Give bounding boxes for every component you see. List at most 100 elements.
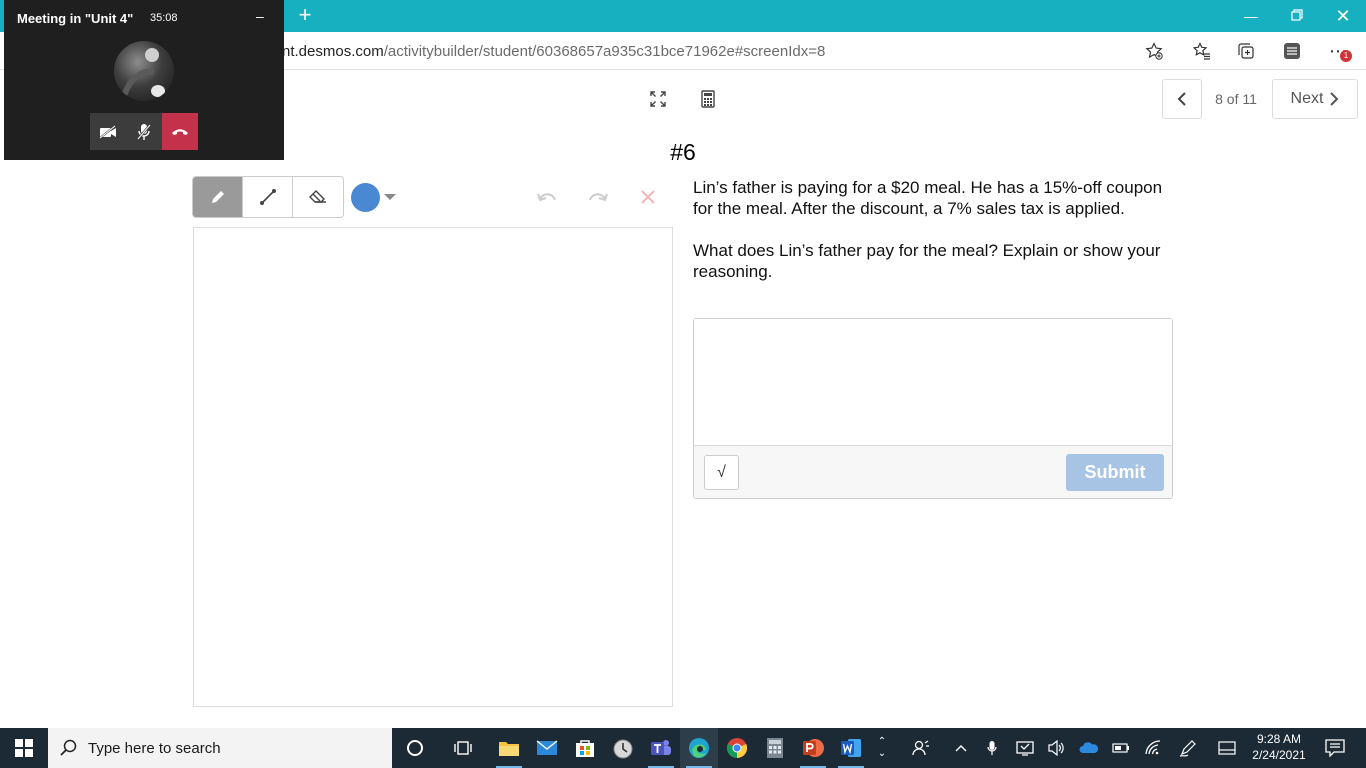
microphone-off-icon (137, 123, 151, 140)
close-window-button[interactable]: ✕ (1320, 2, 1366, 30)
chrome-icon (726, 738, 748, 759)
sketch-tool-group (192, 176, 344, 218)
fullscreen-icon[interactable] (647, 89, 669, 109)
url-field[interactable]: nt.desmos.com/activitybuilder/student/60… (282, 43, 825, 60)
teams-app[interactable] (642, 728, 680, 768)
windows-taskbar: Type here to search ⌃ ⌄ 9:28 AM 2/24/202… (0, 728, 1366, 768)
teams-icon (651, 740, 671, 755)
file-explorer-app[interactable] (490, 728, 528, 768)
show-hidden-icons-icon[interactable] (950, 728, 972, 768)
add-favorite-icon[interactable] (1142, 40, 1166, 62)
chevron-up-icon: ⌃ (877, 736, 887, 747)
pen-workspace-icon[interactable] (1176, 728, 1200, 768)
calculator-app[interactable] (756, 728, 794, 768)
store-app[interactable] (566, 728, 604, 768)
page-indicator: 8 of 11 (1215, 91, 1257, 107)
action-center-icon[interactable] (1320, 728, 1350, 768)
question-prompt: Lin’s father is paying for a $20 meal. H… (693, 177, 1163, 303)
battery-icon[interactable] (1110, 728, 1132, 768)
answer-input[interactable] (694, 319, 1172, 446)
edge-app[interactable] (680, 728, 718, 768)
chevron-down-icon[interactable] (384, 194, 396, 200)
notification-badge: 1 (1340, 50, 1352, 62)
word-app[interactable] (832, 728, 870, 768)
calculator-icon (767, 738, 783, 758)
taskbar-search[interactable]: Type here to search (48, 728, 392, 768)
powerpoint-icon (803, 739, 824, 757)
alarm-clock-icon (613, 739, 633, 759)
answer-footer: √ Submit (694, 446, 1172, 498)
search-icon (60, 739, 77, 756)
cortana-icon (407, 740, 423, 756)
meeting-elapsed-time: 35:08 (150, 12, 178, 24)
question-paragraph-1: Lin’s father is paying for a $20 meal. H… (693, 178, 1163, 218)
submit-button[interactable]: Submit (1066, 454, 1164, 491)
math-input-button[interactable]: √ (704, 455, 739, 490)
line-tool-button[interactable] (243, 177, 293, 217)
word-icon (841, 739, 861, 757)
people-icon[interactable] (908, 728, 934, 768)
meeting-window: Meeting in "Unit 4" 35:08 – (4, 0, 284, 160)
chevron-down-icon: ⌄ (877, 748, 887, 759)
cortana-button[interactable] (396, 728, 434, 768)
undo-button[interactable] (535, 186, 559, 208)
clock-app[interactable] (604, 728, 642, 768)
screen-share-icon[interactable] (1014, 728, 1036, 768)
folder-icon (499, 742, 519, 756)
meeting-controls (90, 113, 198, 150)
start-button[interactable] (0, 728, 48, 768)
avatar (114, 41, 174, 101)
phone-hangup-icon (172, 128, 188, 135)
line-icon (259, 189, 276, 205)
volume-icon[interactable] (1046, 728, 1068, 768)
calculator-icon[interactable] (697, 89, 719, 109)
edge-icon (689, 738, 709, 758)
mail-icon (536, 740, 558, 755)
clock-date: 2/24/2021 (1252, 748, 1306, 762)
onedrive-icon[interactable] (1078, 728, 1100, 768)
previous-screen-button[interactable] (1162, 79, 1202, 119)
chevron-left-icon (1177, 92, 1186, 106)
wifi-icon[interactable] (1142, 728, 1164, 768)
sketch-canvas[interactable] (193, 227, 673, 707)
extension-icon[interactable] (1280, 40, 1304, 62)
meeting-title: Meeting in "Unit 4" (17, 11, 134, 26)
hang-up-button[interactable] (162, 113, 198, 150)
camera-toggle-button[interactable] (90, 113, 126, 150)
microphone-toggle-button[interactable] (126, 113, 162, 150)
clear-sketch-button[interactable] (636, 186, 660, 208)
powerpoint-app[interactable] (794, 728, 832, 768)
question-paragraph-2: What does Lin’s father pay for the meal?… (693, 241, 1161, 281)
close-icon (641, 190, 655, 204)
store-icon (576, 740, 594, 757)
redo-button[interactable] (586, 186, 610, 208)
pencil-icon (211, 191, 224, 203)
color-picker-button[interactable] (351, 183, 380, 212)
touch-keyboard-icon[interactable] (1214, 728, 1240, 768)
eraser-icon (309, 190, 326, 203)
microphone-icon[interactable] (982, 728, 1002, 768)
task-view-button[interactable] (444, 728, 482, 768)
chevron-right-icon (1330, 92, 1339, 106)
new-tab-button[interactable]: + (294, 3, 316, 27)
favorites-icon[interactable] (1190, 40, 1214, 62)
system-clock[interactable]: 9:28 AM 2/24/2021 (1246, 731, 1312, 763)
eraser-tool-button[interactable] (293, 177, 343, 217)
taskbar-scroll-button[interactable]: ⌃ ⌄ (872, 728, 892, 768)
meeting-minimize-button[interactable]: – (256, 8, 264, 24)
chrome-app[interactable] (718, 728, 756, 768)
search-placeholder: Type here to search (88, 739, 221, 757)
next-screen-button[interactable]: Next (1272, 79, 1358, 119)
collections-icon[interactable] (1234, 40, 1258, 62)
mail-app[interactable] (528, 728, 566, 768)
task-view-icon (454, 741, 472, 755)
url-domain: nt.desmos.com (282, 43, 384, 60)
restore-window-button[interactable] (1274, 2, 1320, 30)
url-path: /activitybuilder/student/60368657a935c31… (383, 43, 826, 60)
clock-time: 9:28 AM (1256, 732, 1302, 746)
redo-icon (589, 193, 608, 202)
answer-box: √ Submit (693, 318, 1173, 499)
square-root-icon: √ (717, 463, 726, 481)
pen-tool-button[interactable] (193, 177, 243, 217)
minimize-window-button[interactable]: — (1228, 2, 1274, 30)
